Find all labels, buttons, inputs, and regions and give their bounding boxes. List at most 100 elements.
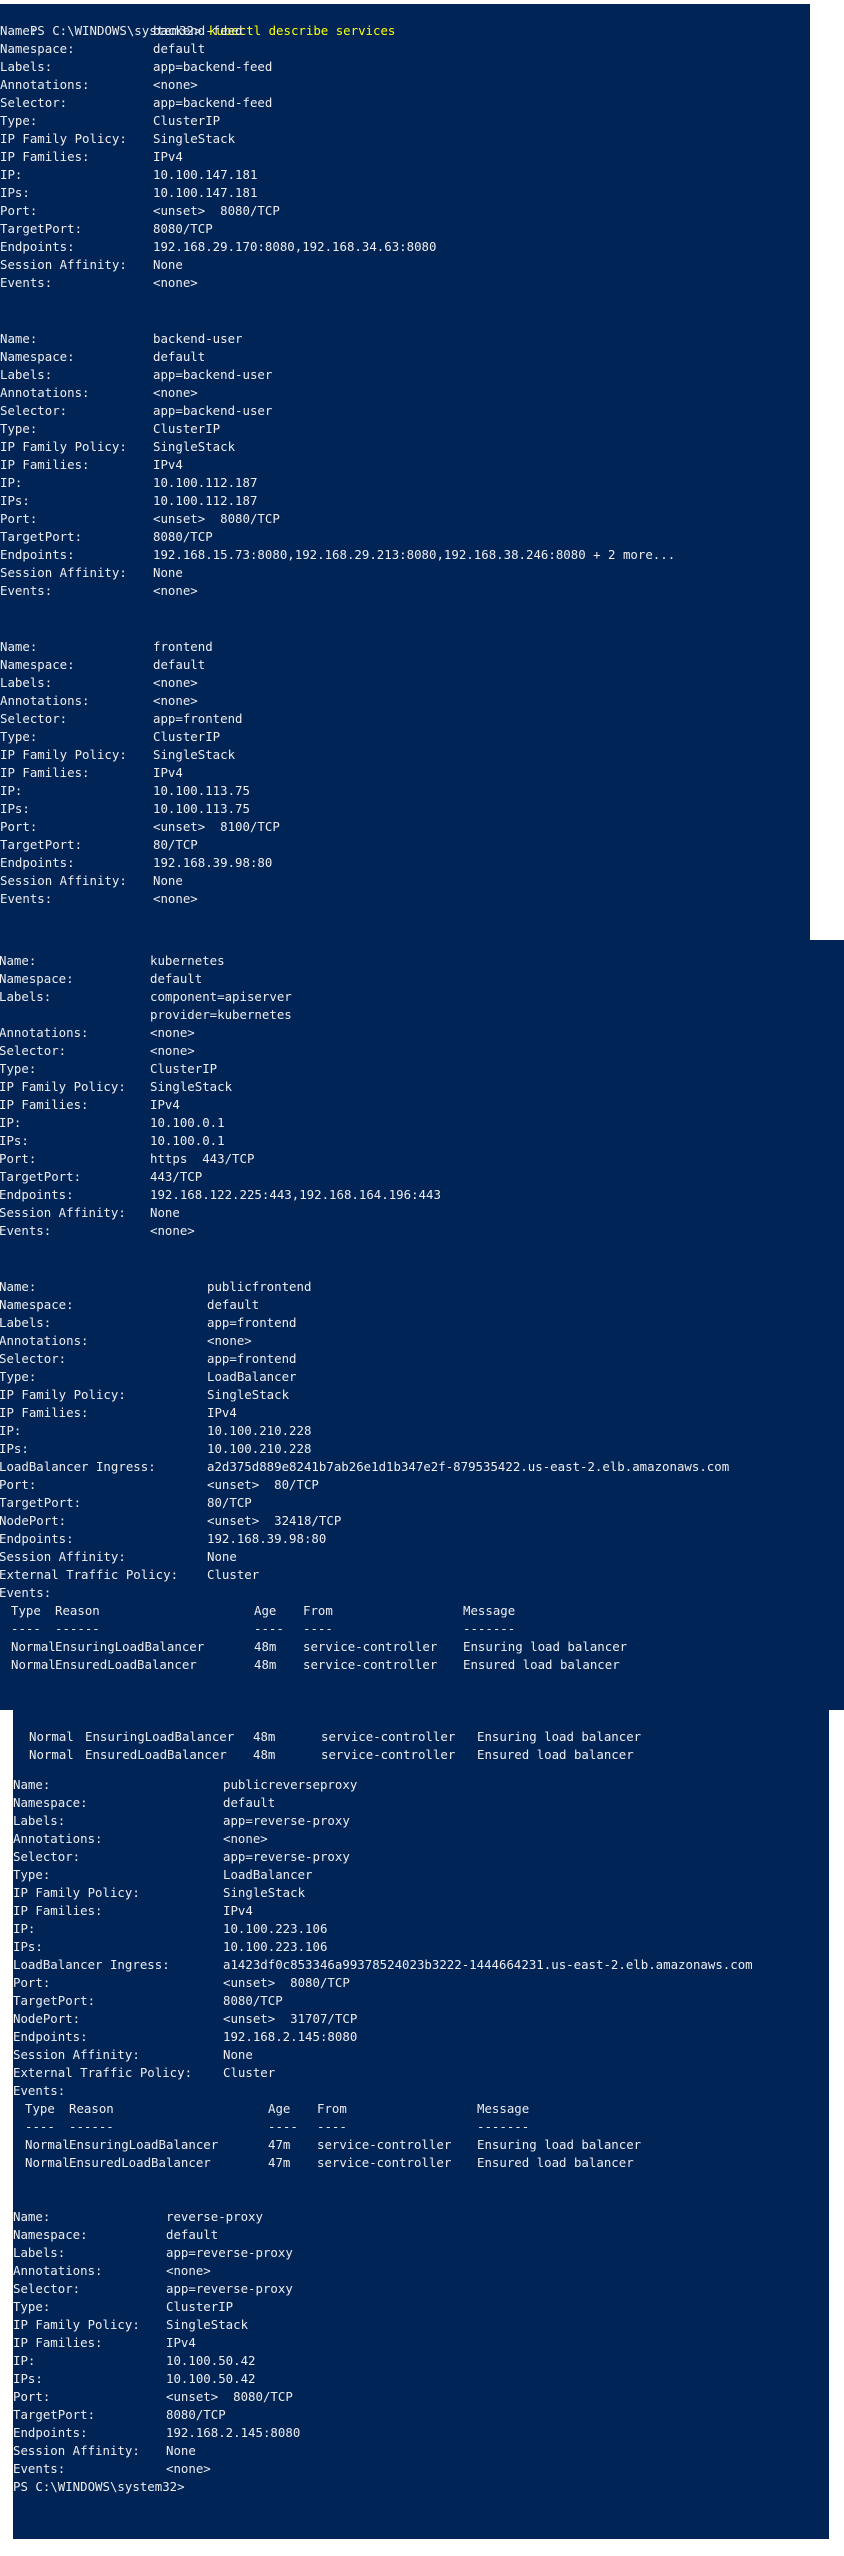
field-value: publicfrontend xyxy=(207,1279,312,1294)
field-value: <none> xyxy=(153,891,198,906)
event-type: Normal xyxy=(25,2155,70,2170)
field-key: Selector: xyxy=(13,1849,81,1864)
field-key: Labels: xyxy=(0,1315,52,1330)
field-key: Namespace: xyxy=(0,41,75,56)
field-key: Events: xyxy=(13,2461,66,2476)
field-key: Events: xyxy=(0,275,53,290)
field-value: <none> xyxy=(150,1025,195,1040)
prompt-line: PS C:\WINDOWS\system32> kubectl describe… xyxy=(0,4,396,38)
field-value: IPv4 xyxy=(153,457,183,472)
field-key: TargetPort: xyxy=(0,837,83,852)
field-value: None xyxy=(207,1549,237,1564)
field-value: <unset> 8080/TCP xyxy=(166,2389,293,2404)
field-value: None xyxy=(153,565,183,580)
field-value: default xyxy=(153,349,206,364)
field-value: SingleStack xyxy=(166,2317,249,2332)
field-key: Port: xyxy=(13,1975,51,1990)
field-key: IP: xyxy=(13,1921,36,1936)
field-value: ClusterIP xyxy=(153,421,221,436)
field-key: Endpoints: xyxy=(0,1531,74,1546)
event-message: Message xyxy=(463,1603,516,1618)
field-value: None xyxy=(223,2047,253,2062)
field-value: 10.100.0.1 xyxy=(150,1133,225,1148)
field-key: Namespace: xyxy=(13,2227,88,2242)
field-value: Cluster xyxy=(223,2065,276,2080)
field-value: IPv4 xyxy=(153,149,183,164)
event-message: Ensured load balancer xyxy=(477,2155,634,2170)
field-key: Selector: xyxy=(0,711,68,726)
field-value: <none> xyxy=(150,1043,195,1058)
field-key: Type: xyxy=(0,421,38,436)
field-key: Endpoints: xyxy=(0,1187,74,1202)
event-reason: EnsuredLoadBalancer xyxy=(69,2155,211,2170)
field-key: Name: xyxy=(0,23,38,38)
terminal-panel-1: PS C:\WINDOWS\system32> kubectl describe… xyxy=(0,4,810,940)
field-key: LoadBalancer Ingress: xyxy=(13,1957,170,1972)
field-value: default xyxy=(153,41,206,56)
field-value: app=reverse-proxy xyxy=(166,2281,293,2296)
field-value: <unset> 8080/TCP xyxy=(153,511,280,526)
field-value: IPv4 xyxy=(153,765,183,780)
field-key: Labels: xyxy=(0,367,53,382)
field-key: Session Affinity: xyxy=(0,565,127,580)
field-value: SingleStack xyxy=(223,1885,306,1900)
field-value: <none> xyxy=(153,275,198,290)
field-key: IP Family Policy: xyxy=(0,131,127,146)
field-key: Endpoints: xyxy=(13,2029,88,2044)
field-key: Events: xyxy=(13,2083,66,2098)
field-key: IPs: xyxy=(0,185,30,200)
event-type: Type xyxy=(25,2101,55,2116)
field-key: Name: xyxy=(13,2209,51,2224)
event-from: service-controller xyxy=(317,2155,452,2170)
field-value: <unset> 8100/TCP xyxy=(153,819,280,834)
field-value: Cluster xyxy=(207,1567,260,1582)
field-value: <none> xyxy=(207,1333,252,1348)
field-value: frontend xyxy=(153,639,213,654)
field-key: Port: xyxy=(0,203,38,218)
event-reason: EnsuredLoadBalancer xyxy=(55,1657,197,1672)
event-reason: ------ xyxy=(69,2119,114,2134)
field-key: Name: xyxy=(0,953,37,968)
field-value: ClusterIP xyxy=(153,113,221,128)
event-from: ---- xyxy=(317,2119,347,2134)
field-key: IP Families: xyxy=(0,765,90,780)
field-key: Selector: xyxy=(0,95,68,110)
field-key: Events: xyxy=(0,891,53,906)
event-message: Message xyxy=(477,2101,530,2116)
field-key: Annotations: xyxy=(0,1333,89,1348)
field-key: External Traffic Policy: xyxy=(13,2065,193,2080)
field-key: IP: xyxy=(0,475,23,490)
field-value: <unset> 31707/TCP xyxy=(223,2011,358,2026)
event-row: Normal EnsuringLoadBalancer 48m service-con… xyxy=(29,1729,642,1744)
event-age: ---- xyxy=(254,1621,284,1636)
field-value: 10.100.0.1 xyxy=(150,1115,225,1130)
field-key: Type: xyxy=(13,2299,51,2314)
field-key: Namespace: xyxy=(0,349,75,364)
field-value: <none> xyxy=(153,583,198,598)
field-value: <unset> 80/TCP xyxy=(207,1477,319,1492)
field-value: IPv4 xyxy=(207,1405,237,1420)
field-value: 80/TCP xyxy=(153,837,198,852)
terminal-panel-3: Normal EnsuringLoadBalancer 48m service-con… xyxy=(13,1710,829,2539)
field-key: Type: xyxy=(0,113,38,128)
field-key: Type: xyxy=(0,1061,37,1076)
field-key: Selector: xyxy=(0,403,68,418)
field-key: Namespace: xyxy=(0,1297,74,1312)
field-value: backend-user xyxy=(153,331,243,346)
event-age: Age xyxy=(268,2101,291,2116)
field-value: 443/TCP xyxy=(150,1169,203,1184)
field-key: External Traffic Policy: xyxy=(0,1567,179,1582)
field-value: <none> xyxy=(150,1223,195,1238)
field-key: Port: xyxy=(13,2389,51,2404)
field-key: IP Families: xyxy=(0,457,90,472)
terminal-panel-2: Name: kubernetes Namespace: default Labels: c… xyxy=(0,940,844,1710)
field-key: Namespace: xyxy=(0,657,75,672)
field-key: Labels: xyxy=(13,1813,66,1828)
event-message: Ensuring load balancer xyxy=(477,2137,642,2152)
field-key: Name: xyxy=(13,1777,51,1792)
field-value: LoadBalancer xyxy=(207,1369,297,1384)
field-key: Type: xyxy=(13,1867,51,1882)
field-value: 10.100.112.187 xyxy=(153,475,258,490)
field-value: 8080/TCP xyxy=(153,221,213,236)
event-reason: Reason xyxy=(55,1603,100,1618)
